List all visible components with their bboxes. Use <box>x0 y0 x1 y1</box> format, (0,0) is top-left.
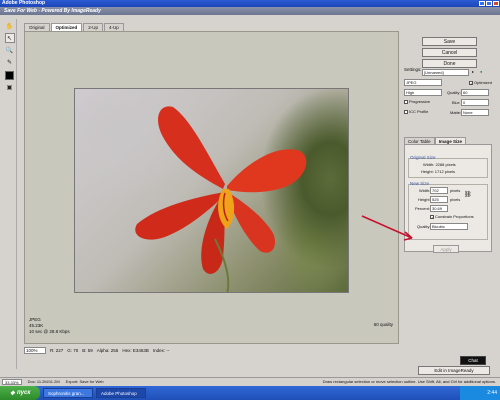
ps-zoom[interactable]: 33.33% <box>2 378 22 385</box>
optimize-menu-icon[interactable]: ● <box>480 69 482 74</box>
quality-input[interactable]: 60 <box>461 89 489 96</box>
sub-tabs: Color Table Image Size <box>404 137 466 144</box>
settings-panel: Save Cancel Done Settings: [Unnamed] ▸ ●… <box>402 19 497 369</box>
matte-select[interactable]: None <box>461 109 489 116</box>
photoshop-statusbar: 33.33% Doc: 11.2M/11.2M Export: Save for… <box>0 377 500 385</box>
readout-g: G: 70 <box>67 347 79 353</box>
new-height-label: Height: <box>418 197 431 202</box>
original-size-title: Original Size <box>410 155 436 160</box>
dialog-title: Save For Web - Powered By ImageReady <box>0 7 500 15</box>
resample-quality-select[interactable]: Bicubic <box>430 223 468 230</box>
save-button[interactable]: Save <box>422 37 477 46</box>
chat-button[interactable]: Chat <box>460 356 486 365</box>
readout-index: Index: -- <box>152 347 170 353</box>
eyedropper-tool-icon[interactable]: ✎ <box>5 57 15 67</box>
ps-export-label: Export: Save for Web <box>65 379 104 384</box>
original-width: Width: 2288 pixels <box>423 162 456 167</box>
app-title: Adobe Photoshop <box>2 0 46 6</box>
start-button[interactable]: ❖ пуск <box>0 386 40 400</box>
minimize-button[interactable] <box>479 1 485 6</box>
cancel-button[interactable]: Cancel <box>422 48 477 57</box>
close-button[interactable] <box>493 1 499 6</box>
slice-select-tool-icon[interactable]: ↖ <box>4 33 15 43</box>
height-unit: pixels <box>450 197 461 202</box>
app-titlebar: Adobe Photoshop <box>0 0 500 7</box>
settings-label: Settings: <box>404 67 422 72</box>
edit-in-imageready-button[interactable]: Edit in ImageReady <box>418 366 490 375</box>
link-chain-icon: ⛓ <box>464 192 472 198</box>
toggle-slices-icon[interactable]: ▣ <box>5 82 15 92</box>
annotation-arrow-icon <box>361 215 413 241</box>
windows-taskbar: ❖ пуск Sophronitis gran... Adobe Photosh… <box>0 386 500 400</box>
zoom-tool-icon[interactable]: 🔍 <box>5 45 15 55</box>
percent-input[interactable]: 30.69 <box>430 205 448 212</box>
tab-original[interactable]: Original <box>24 23 50 31</box>
apply-button[interactable]: Apply <box>433 245 459 253</box>
progressive-checkbox[interactable]: Progressive <box>404 99 430 104</box>
ps-doc-size: Doc: 11.2M/11.2M <box>27 379 60 384</box>
readout-r: R: 227 <box>50 347 64 353</box>
tab-image-size[interactable]: Image Size <box>434 137 466 144</box>
matte-label: Matte: <box>450 110 462 115</box>
start-label: пуск <box>17 390 31 396</box>
blur-input[interactable]: 0 <box>461 99 489 106</box>
maximize-button[interactable] <box>486 1 492 6</box>
done-button[interactable]: Done <box>422 59 477 68</box>
tab-optimized[interactable]: Optimized <box>50 23 83 31</box>
quality-label: Quality: <box>447 90 461 95</box>
icc-profile-checkbox[interactable]: ICC Profile <box>404 109 428 114</box>
new-width-input[interactable]: 702 <box>430 187 448 194</box>
new-width-label: Width: <box>419 188 431 193</box>
taskbar-item-photoshop[interactable]: Adobe Photoshop <box>96 388 146 398</box>
tab-color-table[interactable]: Color Table <box>404 137 435 144</box>
eyedropper-color-swatch[interactable] <box>5 71 14 80</box>
preview-statusbar: 100% R: 227 G: 70 B: 59 Alpha: 255 Hex: … <box>24 346 399 354</box>
taskbar-item-sophronitis[interactable]: Sophronitis gran... <box>43 388 93 398</box>
toolbox: ✋ ↖ 🔍 ✎ ▣ <box>3 19 17 369</box>
orchid-photo <box>74 88 349 293</box>
system-tray: 2:44 <box>460 386 500 400</box>
save-for-web-dialog: Save For Web - Powered By ImageReady ✋ ↖… <box>0 7 500 384</box>
format-select[interactable]: JPEG <box>404 79 442 86</box>
original-size-group <box>408 158 488 178</box>
optimized-info: JPEG 45.23K 10 sec @ 28.8 Kbps <box>29 317 70 335</box>
new-height-input[interactable]: 525 <box>430 196 448 203</box>
quality-level-select[interactable]: High <box>404 89 442 96</box>
new-size-title: New Size <box>410 181 430 186</box>
preview-area[interactable]: JPEG 45.23K 10 sec @ 28.8 Kbps 60 qualit… <box>24 31 399 344</box>
zoom-level-select[interactable]: 100% <box>24 346 46 354</box>
percent-label: Percent: <box>415 206 430 211</box>
constrain-proportions-checkbox[interactable]: ✓ Constrain Proportions <box>430 214 474 219</box>
clock[interactable]: 2:44 <box>487 390 497 396</box>
width-unit: pixels <box>450 188 461 193</box>
readout-hex: Hex: E3463B <box>122 347 149 353</box>
ps-tool-hint: Draw rectangular selection or move selec… <box>322 379 496 384</box>
blur-label: Blur: <box>452 100 461 105</box>
readout-b: B: 59 <box>82 347 93 353</box>
info-quality: 60 quality <box>373 322 393 327</box>
hand-tool-icon[interactable]: ✋ <box>5 21 15 31</box>
readout-alpha: Alpha: 255 <box>96 347 119 353</box>
orchid-flower-graphic <box>135 106 307 292</box>
settings-menu-icon[interactable]: ▸ <box>472 69 474 74</box>
info-download-time: 10 sec @ 28.8 Kbps <box>29 329 70 334</box>
original-height: Height: 1712 pixels <box>421 169 456 174</box>
window-controls <box>479 1 499 6</box>
tab-2-up[interactable]: 2-Up <box>83 23 104 31</box>
optimized-checkbox[interactable]: ✓ Optimized <box>469 80 492 85</box>
preset-select[interactable]: [Unnamed] <box>422 69 469 76</box>
tab-4-up[interactable]: 4-Up <box>104 23 124 31</box>
windows-logo-icon: ❖ <box>9 390 15 397</box>
view-tabs: Original Optimized 2-Up 4-Up <box>24 23 125 31</box>
